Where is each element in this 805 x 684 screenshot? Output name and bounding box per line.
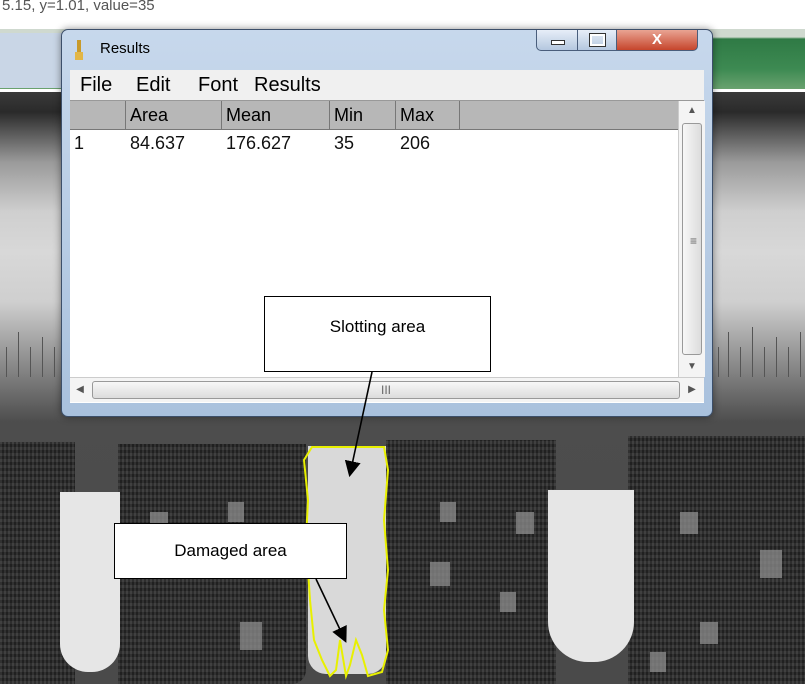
grip-icon: III [381, 383, 392, 397]
close-icon: X [651, 31, 662, 48]
window-title: Results [100, 40, 151, 57]
scroll-left-arrow-icon[interactable]: ◀ [70, 378, 90, 402]
scroll-down-arrow-icon[interactable]: ▼ [679, 357, 705, 377]
menu-file[interactable]: File [80, 74, 112, 97]
cell-max: 206 [400, 133, 431, 153]
column-header-max[interactable]: Max [396, 101, 460, 129]
toolbar-button-area [0, 33, 70, 88]
minimize-button[interactable] [536, 30, 578, 51]
horizontal-scroll-thumb[interactable]: III [92, 381, 680, 399]
ruler-ticks-right [712, 317, 805, 377]
column-header-area[interactable]: Area [126, 101, 222, 129]
cell-mean: 176.627 [226, 133, 292, 153]
menu-font[interactable]: Font [198, 74, 238, 97]
cell-area: 84.637 [130, 133, 186, 153]
column-header-min[interactable]: Min [330, 101, 396, 129]
horizontal-scrollbar[interactable]: ◀ III ▶ [70, 377, 704, 402]
damaged-area-callout: Damaged area [114, 523, 347, 579]
vertical-scroll-thumb[interactable]: ≡ [682, 123, 702, 355]
slot-gap-1 [60, 492, 120, 672]
cell-index: 1 [74, 133, 85, 153]
maximize-icon [589, 33, 606, 47]
slotting-area-callout: Slotting area [264, 296, 491, 372]
menu-results[interactable]: Results [254, 74, 321, 97]
imagej-icon [75, 40, 83, 60]
column-header-index[interactable] [70, 101, 126, 129]
grip-icon: ≡ [690, 234, 698, 248]
title-bar[interactable]: Results X [62, 30, 712, 70]
cell-min: 35 [334, 133, 355, 153]
slot-gap-2 [548, 490, 634, 662]
close-button[interactable]: X [616, 30, 698, 51]
status-readout: 5.15, y=1.01, value=35 [0, 0, 805, 15]
scroll-right-arrow-icon[interactable]: ▶ [682, 378, 702, 402]
fabric-block-3 [386, 440, 556, 684]
vertical-scrollbar[interactable]: ▲ ≡ ▼ [678, 101, 705, 377]
ruler-ticks-left [0, 317, 60, 377]
menu-edit[interactable]: Edit [136, 74, 170, 97]
menu-bar: File Edit Font Results [70, 70, 704, 100]
scroll-up-arrow-icon[interactable]: ▲ [679, 101, 705, 121]
maximize-button[interactable] [577, 30, 617, 51]
table-header: Area Mean Min Max [70, 101, 678, 130]
column-header-mean[interactable]: Mean [222, 101, 330, 129]
minimize-icon [551, 40, 565, 45]
